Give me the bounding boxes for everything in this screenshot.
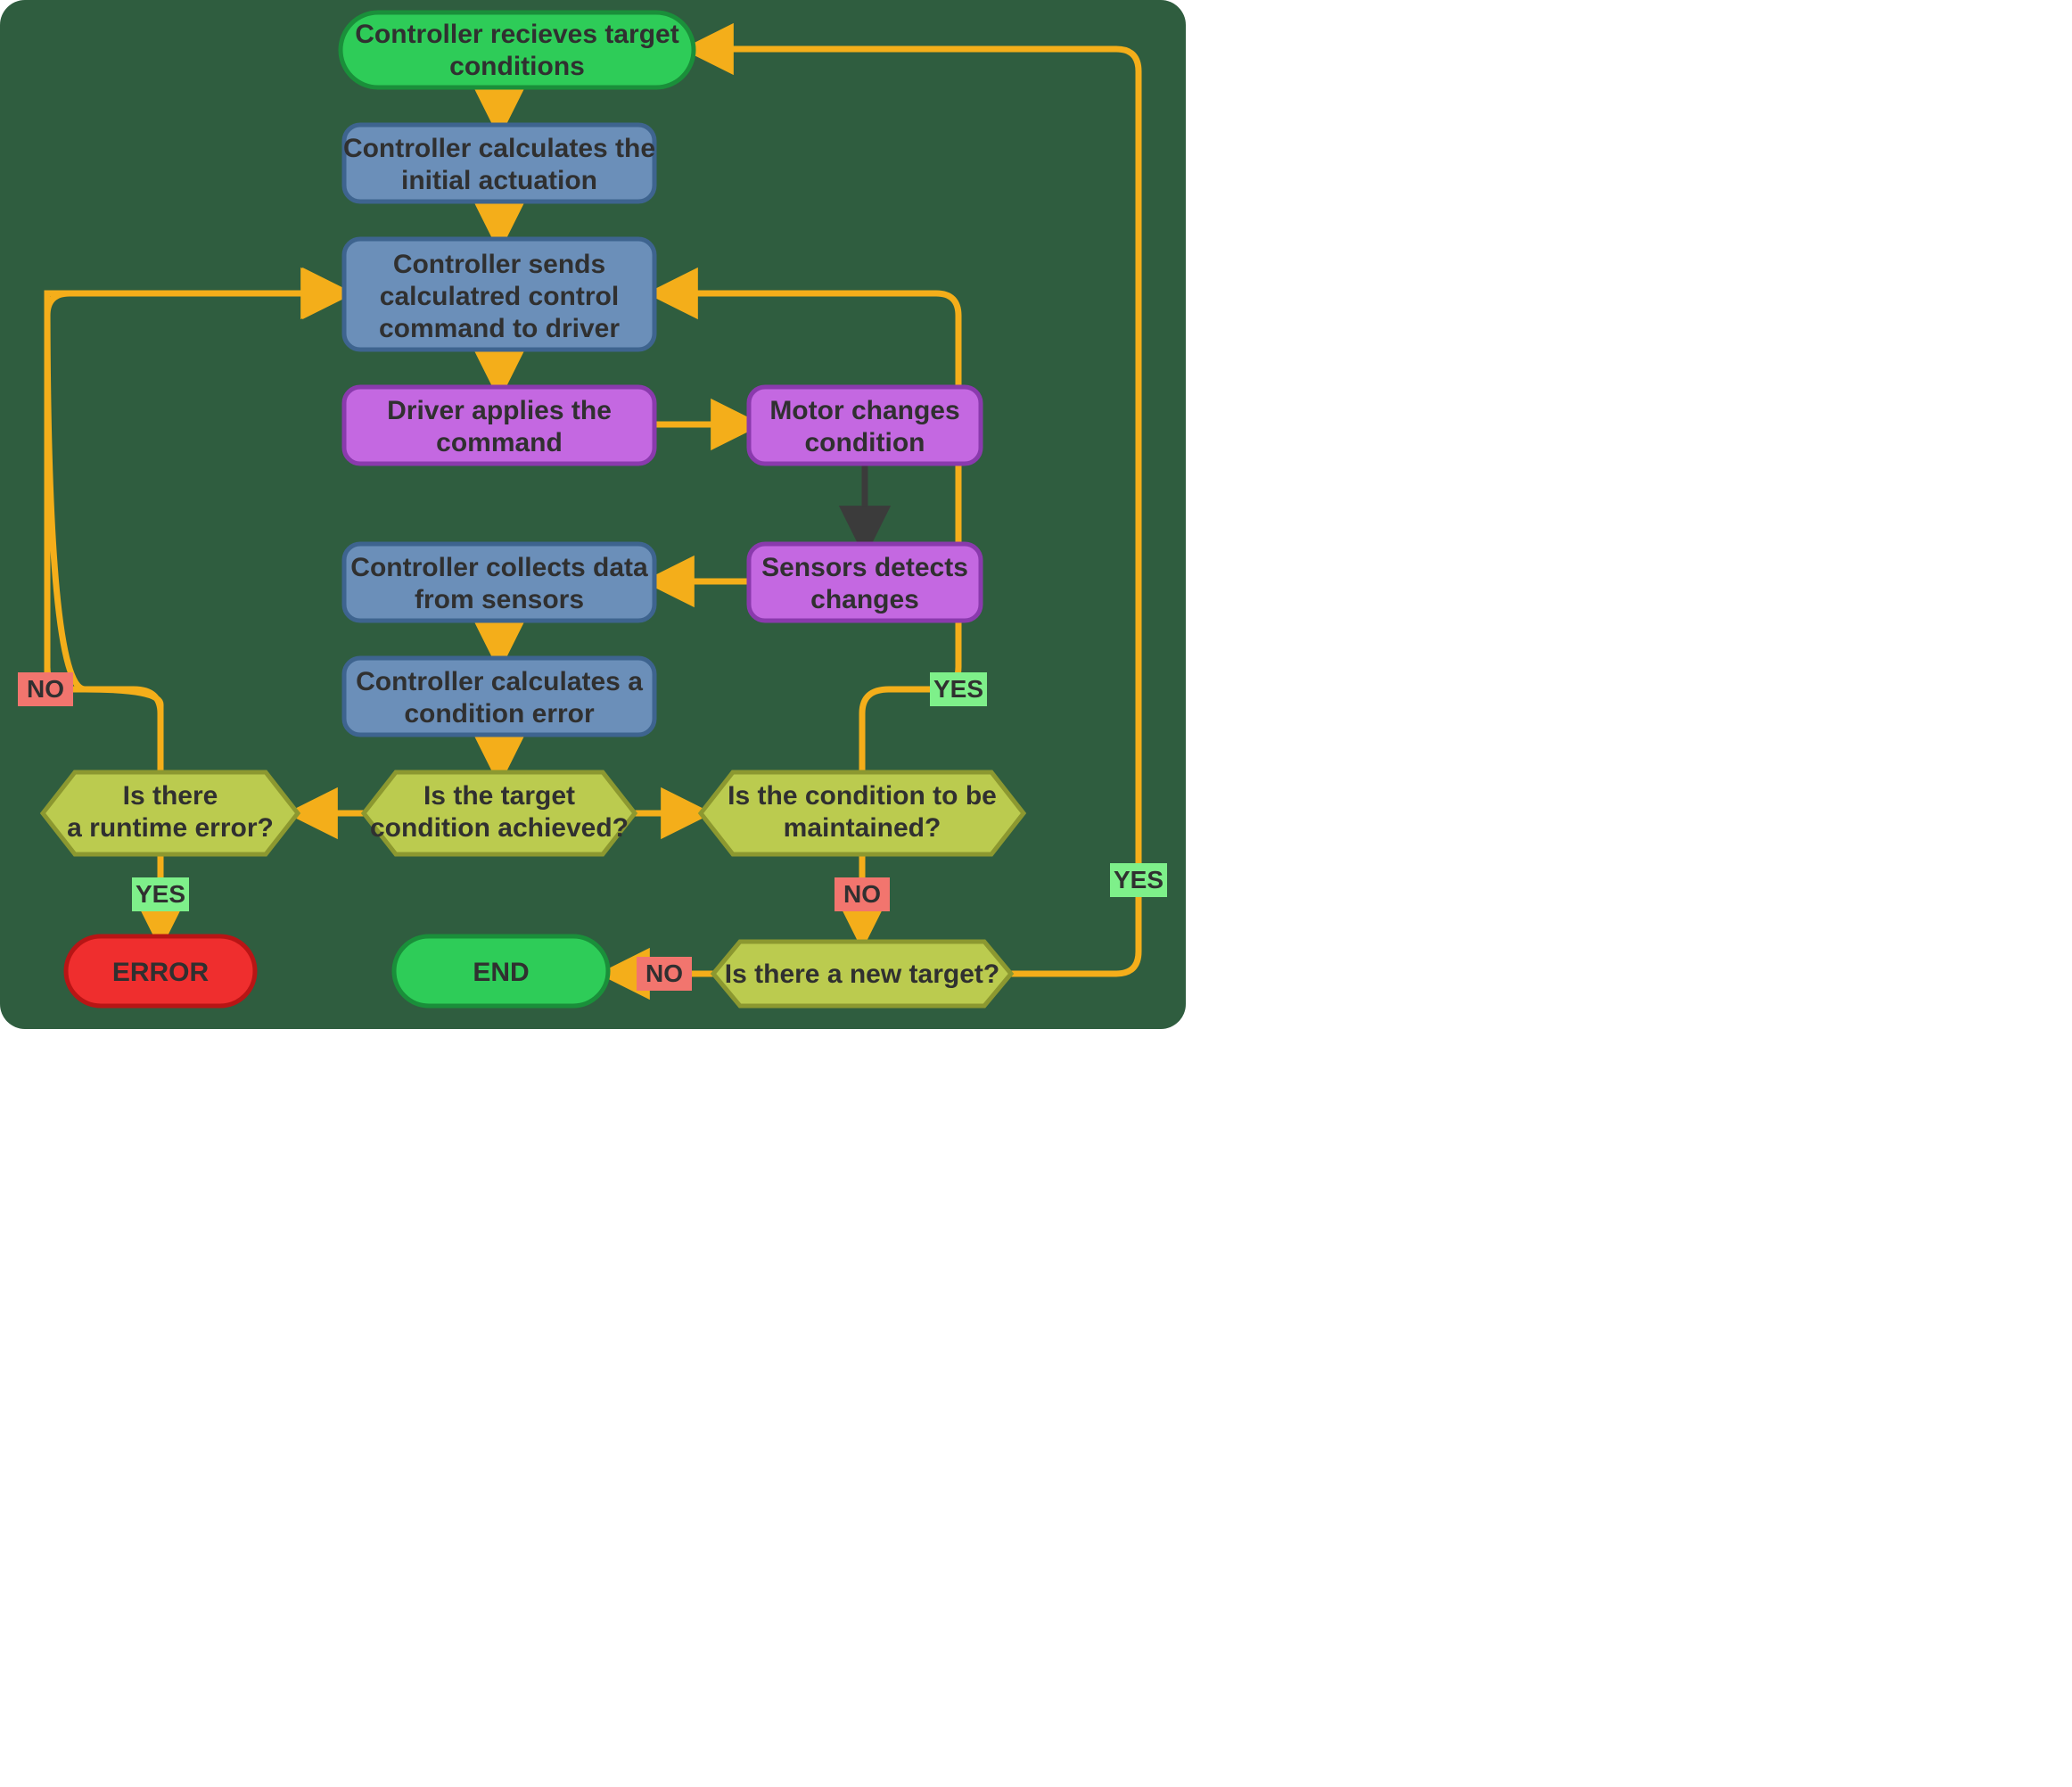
decision-runtime-error: Is therea runtime error?: [43, 772, 298, 854]
label-yes-runtime: YES: [132, 877, 189, 911]
node-driver-applies: Driver applies thecommand: [344, 387, 654, 464]
label-no-runtime: NO: [18, 672, 73, 706]
node-error: ERROR: [66, 936, 255, 1006]
label-no-newtarget: NO: [637, 957, 692, 991]
node-send-command: Controller sendscalculatred controlcomma…: [344, 239, 654, 350]
decision-maintain: Is the condition to bemaintained?: [701, 772, 1024, 854]
svg-text:YES: YES: [933, 675, 983, 703]
node-motor-changes: Motor changescondition: [749, 387, 981, 464]
svg-text:ERROR: ERROR: [112, 958, 210, 987]
label-yes-newtarget: YES: [1110, 863, 1167, 897]
svg-text:Is there a new target?: Is there a new target?: [725, 959, 999, 989]
svg-text:YES: YES: [136, 880, 185, 908]
svg-text:END: END: [473, 958, 529, 987]
node-start: Controller recieves targetconditions: [341, 12, 694, 87]
node-end: END: [394, 936, 608, 1006]
label-yes-maintain: YES: [930, 672, 987, 706]
svg-text:Controller sendscalculatred co: Controller sendscalculatred controlcomma…: [379, 250, 620, 343]
svg-text:NO: NO: [645, 959, 683, 987]
node-collect-data: Controller collects datafrom sensors: [344, 544, 654, 621]
decision-new-target: Is there a new target?: [713, 942, 1011, 1006]
svg-text:NO: NO: [843, 880, 881, 908]
text: Controller recieves target: [355, 20, 678, 49]
svg-text:NO: NO: [27, 675, 64, 703]
node-sensors-detect: Sensors detectschanges: [749, 544, 981, 621]
decision-target-achieved: Is the targetcondition achieved?: [364, 772, 635, 854]
label-no-maintain: NO: [835, 877, 890, 911]
svg-text:YES: YES: [1114, 866, 1163, 894]
node-calc-error: Controller calculates acondition error: [344, 658, 654, 735]
node-calc-initial: Controller calculates theinitial actuati…: [343, 125, 655, 202]
